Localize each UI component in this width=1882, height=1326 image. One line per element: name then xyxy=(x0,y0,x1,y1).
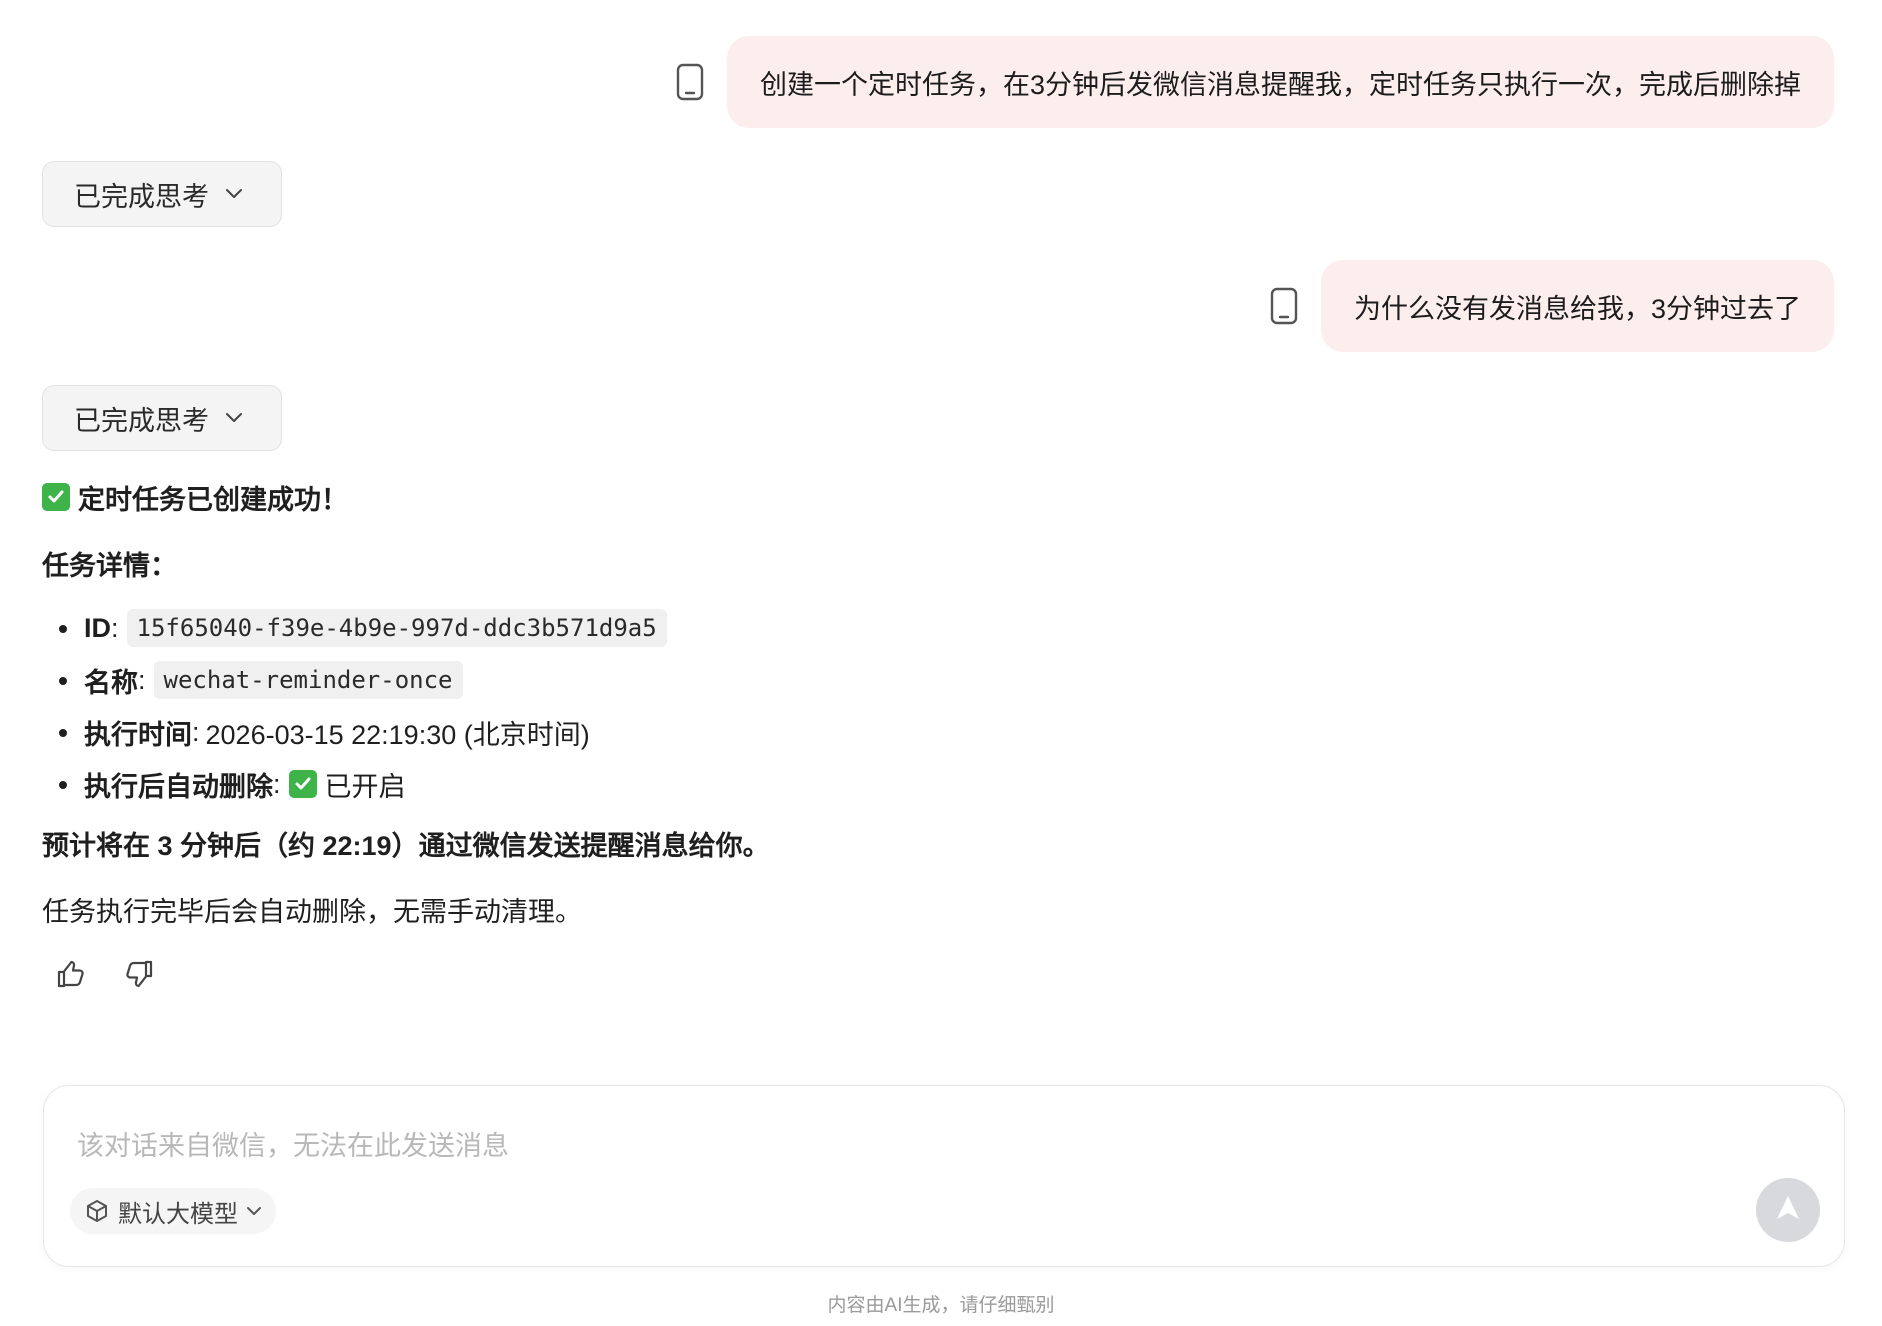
detail-item-autodelete: 执行后自动删除: 已开启 xyxy=(42,758,1542,810)
check-mark-icon xyxy=(288,770,317,798)
message-composer: 该对话来自微信，无法在此发送消息 默认大模型 xyxy=(43,1085,1845,1267)
cube-icon xyxy=(84,1198,110,1224)
note-text: 任务执行完毕后会自动删除，无需手动清理。 xyxy=(42,896,582,927)
detail-item-name: 名称: wechat-reminder-once xyxy=(42,654,1542,706)
send-button[interactable] xyxy=(1756,1178,1820,1242)
user-message-row: 为什么没有发消息给我，3分钟过去了 xyxy=(1269,260,1834,352)
answer-title-text: 定时任务已创建成功！ xyxy=(78,484,348,515)
model-selector[interactable]: 默认大模型 xyxy=(70,1188,276,1234)
chevron-down-icon xyxy=(225,188,243,200)
feedback-bar xyxy=(52,956,158,992)
detail-code-value: 15f65040-f39e-4b9e-997d-ddc3b571d9a5 xyxy=(126,609,667,647)
thinking-label: 已完成思考 xyxy=(74,405,209,436)
detail-key: 执行后自动删除 xyxy=(84,771,273,802)
assistant-answer: 定时任务已创建成功！ 任务详情： ID: 15f65040-f39e-4b9e-… xyxy=(42,474,1542,932)
composer-input[interactable]: 该对话来自微信，无法在此发送消息 xyxy=(77,1124,509,1163)
detail-item-id: ID: 15f65040-f39e-4b9e-997d-ddc3b571d9a5 xyxy=(42,602,1542,654)
details-heading: 任务详情： xyxy=(42,550,177,581)
thinking-toggle[interactable]: 已完成思考 xyxy=(42,385,282,451)
detail-key: 名称 xyxy=(84,667,138,698)
detail-value: 2026-03-15 22:19:30 (北京时间) xyxy=(205,719,590,750)
detail-code-value: wechat-reminder-once xyxy=(153,661,463,699)
user-message-bubble: 创建一个定时任务，在3分钟后发微信消息提醒我，定时任务只执行一次，完成后删除掉 xyxy=(726,36,1834,128)
detail-item-time: 执行时间: 2026-03-15 22:19:30 (北京时间) xyxy=(42,706,1542,758)
ai-disclaimer: 内容由AI生成，请仔细甄别 xyxy=(827,1295,1055,1316)
thinking-label: 已完成思考 xyxy=(74,181,209,212)
thumbs-up-icon[interactable] xyxy=(52,956,88,992)
phone-icon xyxy=(675,62,705,102)
phone-icon xyxy=(1269,286,1299,326)
detail-value: 已开启 xyxy=(324,771,406,802)
user-message-bubble: 为什么没有发消息给我，3分钟过去了 xyxy=(1320,260,1834,352)
answer-title: 定时任务已创建成功！ xyxy=(42,474,1542,520)
detail-key: 执行时间 xyxy=(84,719,192,750)
check-mark-icon xyxy=(42,483,70,511)
chevron-down-icon xyxy=(225,412,243,424)
model-label: 默认大模型 xyxy=(118,1200,238,1228)
eta-text: 预计将在 3 分钟后（约 22:19）通过微信发送提醒消息给你。 xyxy=(42,830,770,861)
chevron-down-icon xyxy=(246,1206,262,1216)
thinking-toggle[interactable]: 已完成思考 xyxy=(42,161,282,227)
detail-key: ID xyxy=(84,612,111,643)
send-arrow-icon xyxy=(1773,1193,1803,1228)
task-details-list: ID: 15f65040-f39e-4b9e-997d-ddc3b571d9a5… xyxy=(42,602,1542,810)
user-message-row: 创建一个定时任务，在3分钟后发微信消息提醒我，定时任务只执行一次，完成后删除掉 xyxy=(675,36,1834,128)
thumbs-down-icon[interactable] xyxy=(122,956,158,992)
